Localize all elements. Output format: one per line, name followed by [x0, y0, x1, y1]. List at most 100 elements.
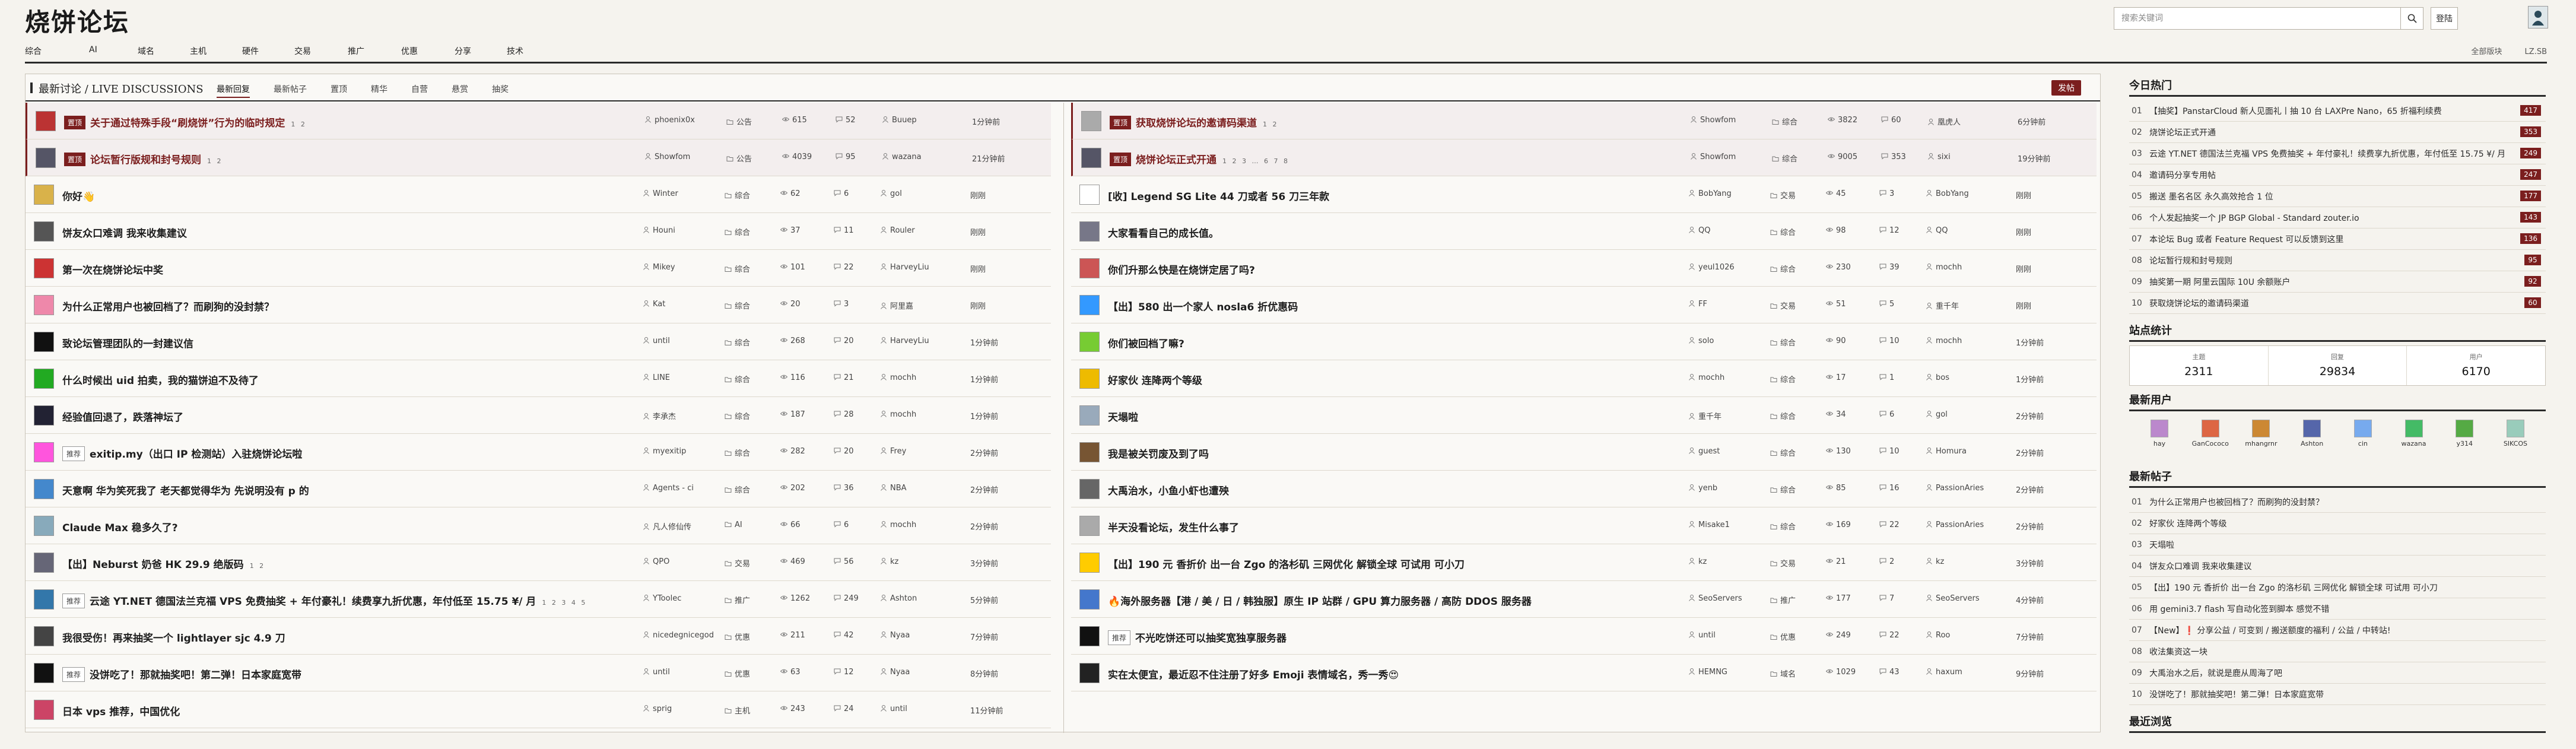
new-post-item[interactable]: 04 饼友众口难调 我来收集建议 — [2129, 556, 2546, 577]
table-row[interactable]: 推荐 没饼吃了！那就抽奖吧！第二弹！日本家庭宽带 until 优惠 63 12 Nyaa 8分… — [26, 655, 1051, 691]
table-row[interactable]: 推荐 exitip.my（出口 IP 检测站）入驻烧饼论坛啦 myexitip 综合 2… — [26, 434, 1051, 471]
new-user[interactable]: wazana — [2391, 416, 2437, 465]
category[interactable]: 交易 — [1770, 557, 1796, 569]
new-user[interactable]: SIKCOS — [2492, 416, 2539, 465]
hot-item[interactable]: 09 抽奖第一期 阿里云国际 10U 余额账户 92 — [2129, 271, 2546, 293]
topic-title[interactable]: 🔥海外服务器【港 / 美 / 日 / 韩独服】原生 IP 站群 / GPU 算力… — [1108, 593, 1532, 608]
avatar[interactable] — [2201, 420, 2219, 437]
table-row[interactable]: 致论坛管理团队的一封建议信 until 综合 268 20 HarveyLiu 1分钟前 — [26, 323, 1051, 360]
last-replier[interactable]: sixi — [1927, 153, 1951, 161]
avatar[interactable] — [1079, 258, 1100, 278]
table-row[interactable]: 【出】580 出一个家人 nosla6 折优惠码 FF 交易 51 5 重千年 刚刚 — [1071, 287, 2097, 323]
hot-title-text[interactable]: 烧饼论坛正式开通 — [2149, 126, 2546, 138]
topic-title[interactable]: 我很受伤！再来抽奖一个 lightlayer sjc 4.9 刀 — [62, 630, 285, 645]
author[interactable]: nicedegnicegod — [643, 631, 714, 640]
table-row[interactable]: 日本 vps 推荐，中国优化 sprig 主机 243 24 until 11分钟前 — [26, 691, 1051, 728]
post-title-text[interactable]: 【出】190 元 香折价 出一台 Zgo 的洛杉矶 三网优化 解锁全球 可试用 … — [2149, 582, 2546, 594]
category[interactable]: 综合 — [725, 337, 750, 348]
avatar[interactable] — [1079, 663, 1100, 683]
avatar[interactable] — [34, 185, 54, 205]
topic-title-text[interactable]: 不光吃饼还可以抽奖宽独享服务器 — [1135, 633, 1287, 645]
user-name[interactable]: hay — [2136, 440, 2183, 448]
post-title-text[interactable]: 没饼吃了！那就抽奖吧！第二弹！日本家庭宽带 — [2149, 688, 2546, 700]
avatar[interactable] — [34, 442, 54, 462]
avatar[interactable] — [2353, 420, 2372, 437]
category[interactable]: 综合 — [725, 300, 750, 311]
topic-title-text[interactable]: 半天没看论坛，发生什么事了 — [1108, 522, 1239, 534]
topic-title[interactable]: 饼友众口难调 我来收集建议 — [62, 225, 187, 240]
avatar[interactable] — [34, 626, 54, 646]
nav-item-share[interactable]: 分享 — [455, 45, 471, 57]
topic-title[interactable]: 推荐 没饼吃了！那就抽奖吧！第二弹！日本家庭宽带 — [62, 667, 301, 682]
avatar[interactable] — [34, 405, 54, 426]
topic-title-text[interactable]: 我很受伤！再来抽奖一个 lightlayer sjc 4.9 刀 — [62, 633, 285, 645]
avatar[interactable] — [1079, 332, 1100, 352]
new-post-item[interactable]: 07 【New】❗ 分享公益 / 可变到 / 搬送额度的福利 / 公益 / 中转站… — [2129, 620, 2546, 641]
avatar[interactable] — [1079, 626, 1100, 646]
topic-title[interactable]: 置顶 获取烧饼论坛的邀请码渠道 1 2 — [1110, 115, 1279, 129]
author[interactable]: Agents - ci — [643, 484, 694, 493]
category[interactable]: 综合 — [725, 226, 750, 237]
all-boards-link[interactable]: 全部版块 — [2471, 47, 2502, 56]
table-row[interactable]: 第一次在烧饼论坛中奖 Mikey 综合 101 22 HarveyLiu 刚刚 — [26, 250, 1051, 287]
topic-title-text[interactable]: 🔥海外服务器【港 / 美 / 日 / 韩独服】原生 IP 站群 / GPU 算力… — [1108, 596, 1532, 608]
hot-title-text[interactable]: 个人发起抽奖一个 JP BGP Global - Standard zouter… — [2149, 212, 2546, 224]
avatar[interactable] — [34, 221, 54, 242]
last-replier[interactable]: NBA — [880, 484, 907, 493]
table-row[interactable]: 我是被关罚废及到了吗 guest 综合 130 10 Homura 2分钟前 — [1071, 434, 2097, 471]
topic-title[interactable]: 置顶 烧饼论坛正式开通 1 2 3 … 6 7 8 — [1110, 151, 1289, 166]
user-name[interactable]: wazana — [2391, 440, 2437, 448]
category[interactable]: 综合 — [1772, 116, 1797, 127]
avatar[interactable] — [1079, 479, 1100, 499]
topic-title-text[interactable]: 获取烧饼论坛的邀请码渠道 — [1136, 118, 1257, 129]
nav-item-hosting[interactable]: 主机 — [190, 45, 207, 57]
author[interactable]: guest — [1688, 447, 1720, 456]
last-replier[interactable]: HarveyLiu — [880, 337, 929, 345]
user-name[interactable]: mhangrnr — [2238, 440, 2284, 448]
avatar[interactable] — [1079, 405, 1100, 426]
page-links[interactable]: 1 2 3 … 6 7 8 — [1222, 157, 1289, 165]
hot-item[interactable]: 08 论坛暂行规和封号规则 95 — [2129, 250, 2546, 271]
topic-title[interactable]: 大禹治水，小鱼小虾也遭殃 — [1108, 483, 1229, 497]
last-replier[interactable]: bos — [1926, 373, 1949, 382]
last-replier[interactable]: HarveyLiu — [880, 263, 929, 272]
author[interactable]: yeul1026 — [1688, 263, 1735, 272]
table-row[interactable]: 半天没看论坛，发生什么事了 Misake1 综合 169 22 PassionAries 2… — [1071, 507, 2097, 544]
avatar[interactable] — [1081, 148, 1101, 168]
avatar[interactable] — [1079, 442, 1100, 462]
topic-title-text[interactable]: 【出】190 元 香折价 出一台 Zgo 的洛杉矶 三网优化 解锁全球 可试用 … — [1108, 559, 1465, 571]
category[interactable]: AI — [725, 521, 742, 529]
last-replier[interactable]: Nyaa — [880, 631, 910, 640]
author[interactable]: LINE — [643, 373, 670, 382]
avatar[interactable] — [1079, 516, 1100, 536]
topic-title-text[interactable]: 饼友众口难调 我来收集建议 — [62, 228, 187, 240]
topic-title[interactable]: 实在太便宜，最近忍不住注册了好多 Emoji 表情域名，秀一秀😍 — [1108, 667, 1399, 681]
author[interactable]: until — [1688, 631, 1716, 640]
page-links[interactable]: 1 2 — [1263, 120, 1279, 128]
last-replier[interactable]: mochh — [1926, 263, 1962, 272]
last-replier[interactable]: SeoServers — [1926, 594, 1980, 603]
lzsb-link[interactable]: LZ.SB — [2525, 47, 2547, 56]
topic-title-text[interactable]: 大家看看自己的成长值。 — [1108, 228, 1219, 240]
topic-title-text[interactable]: 【出】580 出一个家人 nosla6 折优惠码 — [1108, 301, 1298, 313]
author[interactable]: Showfom — [644, 153, 690, 161]
nav-item-tech[interactable]: 技术 — [507, 45, 523, 57]
topic-title[interactable]: 你们被回档了嘛? — [1108, 335, 1184, 350]
topic-title-text[interactable]: 【出】Neburst 奶爸 HK 29.9 绝版码 — [62, 559, 244, 571]
table-row[interactable]: 置顶 烧饼论坛正式开通 1 2 3 … 6 7 8 Showfom 综合 9005 353 s… — [1071, 139, 2097, 176]
last-replier[interactable]: 凰虎人 — [1927, 116, 1961, 127]
login-button[interactable]: 登陆 — [2431, 7, 2458, 30]
new-post-item[interactable]: 08 收法集资这一块 — [2129, 641, 2546, 662]
hot-item[interactable]: 02 烧饼论坛正式开通 353 — [2129, 122, 2546, 143]
topic-title[interactable]: 日本 vps 推荐，中国优化 — [62, 703, 180, 718]
table-row[interactable]: 【出】190 元 香折价 出一台 Zgo 的洛杉矶 三网优化 解锁全球 可试用 … — [1071, 544, 2097, 581]
table-row[interactable]: [收] Legend SG Lite 44 刀或者 56 刀三年款 BobYang… — [1071, 176, 2097, 213]
avatar[interactable] — [34, 663, 54, 683]
topic-title[interactable]: 好家伙 连降两个等级 — [1108, 372, 1202, 387]
search-box[interactable] — [2114, 7, 2423, 30]
topic-title-text[interactable]: 烧饼论坛正式开通 — [1136, 154, 1216, 166]
table-row[interactable]: 🔥海外服务器【港 / 美 / 日 / 韩独服】原生 IP 站群 / GPU 算力… — [1071, 581, 2097, 618]
topic-title[interactable]: 天塌啦 — [1108, 409, 1138, 424]
last-replier[interactable]: BobYang — [1926, 189, 1969, 198]
page-links[interactable]: 1 2 — [207, 157, 223, 165]
